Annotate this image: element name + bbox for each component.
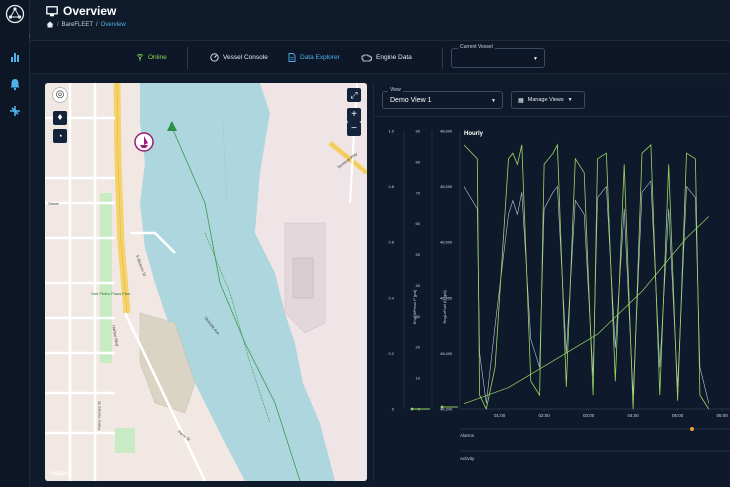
manage-views-button[interactable]: ▦ Manage Views ▼: [511, 91, 585, 109]
y-tick-label: 0.8: [388, 184, 394, 189]
x-tick-label: 03:00: [583, 413, 595, 418]
alarm-marker: [690, 427, 694, 431]
engine-data-label: Engine Data: [376, 54, 412, 61]
toolbar-divider: [442, 47, 443, 69]
plot-area: [460, 131, 730, 409]
home-icon[interactable]: [46, 21, 54, 28]
palos-verdes-label: Palos Verdes St: [96, 401, 102, 430]
gauge-icon: [210, 53, 219, 62]
park-label: San Pedro Plaza Park: [91, 291, 131, 296]
data-explorer-panel: View Demo View 1 ▼ ▦ Manage Views ▼ 0 0.2…: [373, 83, 730, 481]
toolbar: Online Vessel Console Data Explorer Engi…: [30, 40, 730, 74]
map-attribution: mapbox: [50, 471, 71, 477]
left-nav-rail: ›: [0, 0, 40, 487]
vessel-console-button[interactable]: Vessel Console: [210, 53, 268, 62]
y-tick-label: 60: [416, 221, 421, 226]
map-view[interactable]: mapbox Street San Pedro Plaza Park Termi…: [45, 83, 367, 481]
y-tick-label: 20: [416, 345, 421, 350]
y-tick-label: 0.6: [388, 240, 394, 245]
speed-icon[interactable]: ◔: [53, 129, 67, 143]
chevron-down-icon: ▼: [567, 97, 573, 103]
engine-data-button[interactable]: Engine Data: [361, 53, 412, 62]
activity-lane-label: Activity: [460, 456, 475, 461]
manage-views-label: Manage Views: [527, 97, 564, 103]
y-tick-label: 48,600: [440, 129, 453, 134]
monitor-icon: [46, 5, 58, 16]
app-root: › Overview / BareFLEET / Overview: [0, 0, 730, 487]
y-tick-label: 80: [416, 159, 421, 164]
document-icon: [288, 53, 296, 62]
view-value: Demo View 1: [390, 97, 432, 104]
breadcrumb: / BareFLEET / Overview: [46, 21, 126, 28]
signal-icon: [136, 53, 144, 61]
page-header: Overview / BareFLEET / Overview: [30, 0, 730, 40]
y-tick-label: 1.0: [388, 129, 394, 134]
page-title: Overview: [63, 4, 117, 18]
breadcrumb-current: Overview: [100, 21, 126, 28]
x-tick-label: 05:00: [672, 413, 684, 418]
chevron-down-icon: ▼: [533, 56, 538, 62]
current-vessel-legend: Current Vessel: [458, 44, 495, 50]
y-tick-label: 0.4: [388, 295, 394, 300]
alert-icon[interactable]: ♦: [53, 111, 67, 125]
zoom-in-icon[interactable]: +: [347, 108, 361, 122]
grid-icon: ▦: [518, 97, 524, 104]
online-status-label: Online: [148, 53, 167, 61]
current-vessel-select[interactable]: Current Vessel ▼: [451, 44, 545, 68]
y-tick-label: 0.2: [388, 351, 394, 356]
view-select[interactable]: View Demo View 1 ▼: [382, 87, 503, 109]
y-tick-label: 10: [416, 376, 421, 381]
data-explorer-button[interactable]: Data Explorer: [288, 53, 340, 62]
y-tick-label: 48,500: [440, 240, 453, 245]
bell-icon[interactable]: [8, 77, 22, 91]
data-explorer-label: Data Explorer: [300, 54, 340, 61]
map-canvas[interactable]: mapbox: [45, 83, 367, 481]
y-tick-label: 48,400: [440, 351, 453, 356]
chart-title: Hourly: [464, 131, 484, 137]
zoom-out-icon[interactable]: −: [347, 122, 361, 136]
x-tick-label: 04:00: [627, 413, 639, 418]
breadcrumb-fleet[interactable]: BareFLEET: [62, 22, 93, 28]
y-axis-title: EngOilPress P [psi]: [412, 290, 417, 324]
chart-icon[interactable]: [8, 50, 22, 64]
network-logo-icon[interactable]: [5, 4, 25, 24]
zero-marker-dot: [410, 407, 414, 411]
y-tick-label: 48,550: [440, 184, 453, 189]
fleet-icon[interactable]: [8, 104, 22, 118]
x-tick-label: 01:00: [494, 413, 506, 418]
online-status: Online: [136, 53, 167, 61]
fullscreen-icon[interactable]: ⤢: [347, 88, 361, 102]
y-tick-label: 90: [416, 129, 421, 134]
x-tick-label: 06:00: [716, 413, 728, 418]
title-row: Overview: [46, 4, 116, 18]
y-tick-label: 70: [416, 190, 421, 195]
vessel-console-label: Vessel Console: [223, 54, 268, 61]
zero-marker-dot: [440, 405, 444, 409]
view-legend: View: [388, 87, 403, 93]
layers-icon[interactable]: ◎: [53, 88, 67, 102]
y-tick-label: 50: [416, 252, 421, 257]
alarms-lane-label: Alarms: [460, 433, 475, 438]
hourly-chart[interactable]: 00.20.40.60.81.0010203040506070809048,34…: [374, 117, 730, 481]
toolbar-divider: [187, 47, 188, 69]
y-tick-label: 0: [392, 407, 395, 412]
street-label: Street: [48, 201, 59, 206]
y-axis-title: EngLoFuel (t) [gal]: [442, 291, 447, 324]
x-tick-label: 02:00: [538, 413, 550, 418]
chevron-down-icon: ▼: [491, 98, 496, 104]
breadcrumb-separator: /: [96, 21, 98, 28]
engine-icon: [361, 54, 372, 62]
y-tick-label: 40: [416, 283, 421, 288]
